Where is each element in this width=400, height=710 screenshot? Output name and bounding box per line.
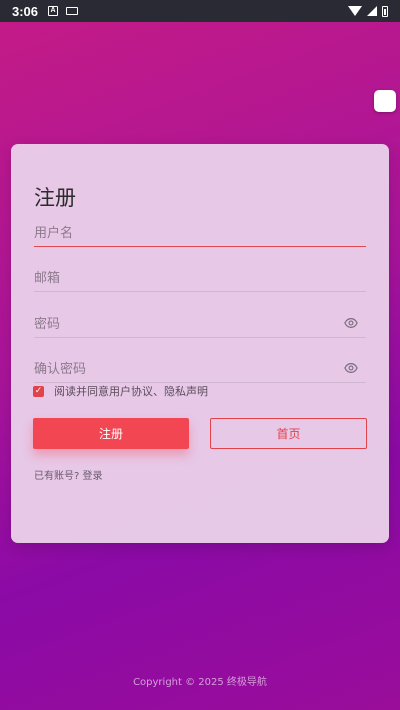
agree-text[interactable]: 阅读并同意用户协议、隐私声明 (54, 383, 208, 399)
confirm-password-eye-icon[interactable] (344, 361, 358, 375)
home-button[interactable]: 首页 (210, 418, 367, 449)
confirm-password-field[interactable]: 确认密码 (34, 351, 366, 383)
password-label: 密码 (34, 317, 61, 332)
confirm-password-label: 确认密码 (34, 362, 87, 377)
username-field[interactable]: 用户名 (34, 215, 366, 247)
username-label: 用户名 (34, 226, 74, 241)
agree-checkbox[interactable]: ✓ (33, 385, 44, 397)
login-link[interactable]: 已有账号? 登录 (34, 467, 103, 482)
status-bar: 3:06 A (0, 0, 400, 22)
status-icons (348, 5, 388, 17)
signal-icon (367, 6, 377, 16)
agree-row: ✓ 阅读并同意用户协议、隐私声明 (33, 383, 208, 399)
email-label: 邮箱 (34, 271, 61, 286)
password-field[interactable]: 密码 (34, 306, 366, 338)
register-button[interactable]: 注册 (33, 418, 189, 449)
wifi-icon (348, 6, 362, 16)
keyboard-icon (66, 7, 79, 15)
a-notification-icon: A (48, 6, 59, 16)
copyright-text: Copyright © 2025 终极导航 (133, 677, 267, 688)
password-eye-icon[interactable] (344, 316, 358, 330)
page-title: 注册 (34, 186, 76, 210)
floating-button[interactable] (374, 90, 396, 112)
status-time: 3:06 (12, 3, 39, 19)
email-field[interactable]: 邮箱 (34, 260, 366, 292)
register-card: 注册 用户名 邮箱 密码 确认密码 ✓ 阅读并同意用户协议、隐私声明 注册 首页… (11, 144, 389, 543)
battery-icon (382, 5, 388, 17)
